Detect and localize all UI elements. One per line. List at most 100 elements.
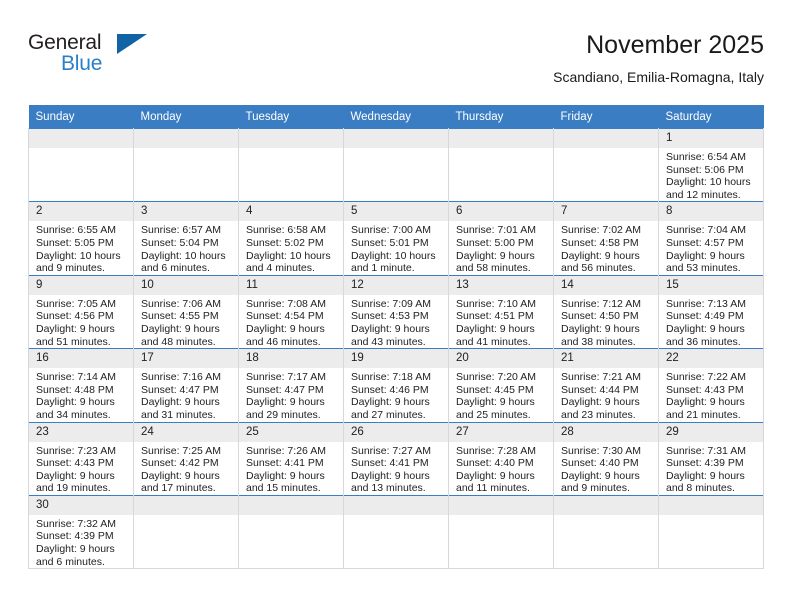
sun-info-sunset-line: Sunset: 4:49 PM [666, 310, 744, 323]
calendar-day-cell[interactable]: 29 Sunrise: 7:31 AM Sunset: 4:39 PM Dayligh… [658, 421, 764, 496]
day-number [449, 495, 553, 515]
sun-info-daylight-2-line: and 46 minutes. [246, 335, 321, 348]
day-sun-info: Sunrise: 7:30 AM Sunset: 4:40 PM Daylight:… [554, 442, 658, 495]
calendar-day-cell[interactable]: 20 Sunrise: 7:20 AM Sunset: 4:45 PM Dayligh… [448, 348, 554, 422]
sun-info-sunset-line: Sunset: 4:41 PM [351, 457, 429, 470]
calendar-day-cell[interactable]: 21 Sunrise: 7:21 AM Sunset: 4:44 PM Dayligh… [553, 348, 659, 422]
day-number: 18 [239, 349, 343, 369]
calendar-day-cell[interactable]: 30 Sunrise: 7:32 AM Sunset: 4:39 PM Dayligh… [28, 494, 134, 570]
sun-info-daylight-2-line: and 8 minutes. [666, 482, 735, 495]
sun-info-sunset-line: Sunset: 4:43 PM [666, 383, 744, 396]
calendar-body: 1 Sunrise: 6:54 AM Sunset: 5:06 PM Daylight… [28, 127, 764, 570]
general-blue-logo[interactable]: General Blue [28, 30, 148, 78]
sun-info-sunset-line: Sunset: 5:02 PM [246, 236, 324, 249]
sun-info-daylight-2-line: and 6 minutes. [141, 262, 210, 275]
sun-info-daylight-1-line: Daylight: 10 hours [246, 249, 331, 262]
sun-info-sunrise-line: Sunrise: 7:21 AM [561, 371, 641, 384]
sun-info-sunset-line: Sunset: 4:43 PM [36, 457, 114, 470]
sun-info-daylight-1-line: Daylight: 9 hours [456, 322, 535, 335]
calendar-day-cell[interactable]: 1 Sunrise: 6:54 AM Sunset: 5:06 PM Daylight… [658, 127, 764, 202]
day-sun-info: Sunrise: 7:28 AM Sunset: 4:40 PM Daylight:… [449, 442, 553, 495]
calendar-day-cell[interactable]: 13 Sunrise: 7:10 AM Sunset: 4:51 PM Dayligh… [448, 274, 554, 349]
page-subtitle: Scandiano, Emilia-Romagna, Italy [553, 69, 764, 85]
day-number: 27 [449, 422, 553, 442]
sun-info-daylight-1-line: Daylight: 9 hours [666, 322, 745, 335]
sun-info-daylight-2-line: and 34 minutes. [36, 408, 111, 421]
sun-info-sunrise-line: Sunrise: 7:20 AM [456, 371, 536, 384]
day-sun-info: Sunrise: 7:05 AM Sunset: 4:56 PM Daylight:… [29, 295, 133, 348]
calendar-day-cell[interactable]: 25 Sunrise: 7:26 AM Sunset: 4:41 PM Dayligh… [238, 421, 344, 496]
sun-info-daylight-1-line: Daylight: 9 hours [561, 396, 640, 409]
sun-info-daylight-2-line: and 13 minutes. [351, 482, 426, 495]
calendar-day-cell[interactable]: 2 Sunrise: 6:55 AM Sunset: 5:05 PM Daylight… [28, 201, 134, 276]
sun-info-daylight-1-line: Daylight: 9 hours [36, 322, 115, 335]
day-sun-info: Sunrise: 7:18 AM Sunset: 4:46 PM Daylight:… [344, 368, 448, 421]
day-number: 25 [239, 422, 343, 442]
day-sun-info: Sunrise: 7:14 AM Sunset: 4:48 PM Daylight:… [29, 368, 133, 421]
calendar-day-cell-empty [553, 127, 659, 202]
sun-info-daylight-1-line: Daylight: 9 hours [246, 322, 325, 335]
weekday-header-tuesday: Tuesday [238, 105, 344, 129]
calendar-day-cell[interactable]: 22 Sunrise: 7:22 AM Sunset: 4:43 PM Dayligh… [658, 348, 764, 422]
calendar-day-cell[interactable]: 6 Sunrise: 7:01 AM Sunset: 5:00 PM Daylight… [448, 201, 554, 276]
day-number [134, 129, 238, 148]
sun-info-daylight-1-line: Daylight: 9 hours [141, 322, 220, 335]
day-number [344, 129, 448, 148]
weekday-header-row: Sunday Monday Tuesday Wednesday Thursday… [28, 105, 764, 129]
sun-info-sunrise-line: Sunrise: 7:28 AM [456, 444, 536, 457]
day-sun-info: Sunrise: 7:02 AM Sunset: 4:58 PM Daylight:… [554, 221, 658, 274]
day-number: 7 [554, 202, 658, 222]
day-sun-info: Sunrise: 7:21 AM Sunset: 4:44 PM Daylight:… [554, 368, 658, 421]
sun-info-sunset-line: Sunset: 4:53 PM [351, 310, 429, 323]
day-number: 24 [134, 422, 238, 442]
sun-info-sunset-line: Sunset: 4:42 PM [141, 457, 219, 470]
calendar-day-cell[interactable]: 4 Sunrise: 6:58 AM Sunset: 5:02 PM Daylight… [238, 201, 344, 276]
title-block: November 2025 Scandiano, Emilia-Romagna,… [553, 30, 764, 88]
day-sun-info: Sunrise: 7:17 AM Sunset: 4:47 PM Daylight:… [239, 368, 343, 421]
day-number [554, 129, 658, 148]
calendar-day-cell[interactable]: 17 Sunrise: 7:16 AM Sunset: 4:47 PM Dayligh… [133, 348, 239, 422]
day-sun-info: Sunrise: 7:04 AM Sunset: 4:57 PM Daylight:… [659, 221, 763, 274]
calendar-day-cell[interactable]: 26 Sunrise: 7:27 AM Sunset: 4:41 PM Dayligh… [343, 421, 449, 496]
sun-info-daylight-2-line: and 15 minutes. [246, 482, 321, 495]
sun-info-sunset-line: Sunset: 5:00 PM [456, 236, 534, 249]
calendar-day-cell[interactable]: 12 Sunrise: 7:09 AM Sunset: 4:53 PM Dayligh… [343, 274, 449, 349]
calendar-day-cell[interactable]: 9 Sunrise: 7:05 AM Sunset: 4:56 PM Daylight… [28, 274, 134, 349]
sun-info-daylight-1-line: Daylight: 9 hours [36, 396, 115, 409]
calendar-day-cell[interactable]: 5 Sunrise: 7:00 AM Sunset: 5:01 PM Daylight… [343, 201, 449, 276]
calendar-day-cell[interactable]: 28 Sunrise: 7:30 AM Sunset: 4:40 PM Dayligh… [553, 421, 659, 496]
calendar-day-cell[interactable]: 14 Sunrise: 7:12 AM Sunset: 4:50 PM Dayligh… [553, 274, 659, 349]
sun-info-sunset-line: Sunset: 4:41 PM [246, 457, 324, 470]
sun-info-daylight-1-line: Daylight: 9 hours [666, 469, 745, 482]
calendar-day-cell[interactable]: 19 Sunrise: 7:18 AM Sunset: 4:46 PM Dayligh… [343, 348, 449, 422]
day-number: 19 [344, 349, 448, 369]
calendar-day-cell[interactable]: 10 Sunrise: 7:06 AM Sunset: 4:55 PM Dayligh… [133, 274, 239, 349]
sun-info-daylight-2-line: and 58 minutes. [456, 262, 531, 275]
day-number: 15 [659, 275, 763, 295]
calendar-day-cell[interactable]: 16 Sunrise: 7:14 AM Sunset: 4:48 PM Dayligh… [28, 348, 134, 422]
day-sun-info: Sunrise: 7:22 AM Sunset: 4:43 PM Daylight:… [659, 368, 763, 421]
calendar-day-cell[interactable]: 24 Sunrise: 7:25 AM Sunset: 4:42 PM Dayligh… [133, 421, 239, 496]
sun-info-sunset-line: Sunset: 4:50 PM [561, 310, 639, 323]
sun-info-sunrise-line: Sunrise: 7:27 AM [351, 444, 431, 457]
calendar-day-cell[interactable]: 7 Sunrise: 7:02 AM Sunset: 4:58 PM Daylight… [553, 201, 659, 276]
day-number: 8 [659, 202, 763, 222]
sun-info-sunrise-line: Sunrise: 6:54 AM [666, 151, 746, 163]
sun-info-sunrise-line: Sunrise: 7:13 AM [666, 297, 746, 310]
calendar-day-cell[interactable]: 23 Sunrise: 7:23 AM Sunset: 4:43 PM Dayligh… [28, 421, 134, 496]
calendar-day-cell[interactable]: 18 Sunrise: 7:17 AM Sunset: 4:47 PM Dayligh… [238, 348, 344, 422]
calendar-day-cell[interactable]: 3 Sunrise: 6:57 AM Sunset: 5:04 PM Daylight… [133, 201, 239, 276]
calendar-week-row: 1 Sunrise: 6:54 AM Sunset: 5:06 PM Daylight… [28, 127, 764, 202]
calendar-day-cell[interactable]: 15 Sunrise: 7:13 AM Sunset: 4:49 PM Dayligh… [658, 274, 764, 349]
day-number [449, 129, 553, 148]
sun-info-sunrise-line: Sunrise: 7:23 AM [36, 444, 116, 457]
sun-info-sunrise-line: Sunrise: 7:22 AM [666, 371, 746, 384]
weekday-header-monday: Monday [133, 105, 239, 129]
calendar-day-cell[interactable]: 27 Sunrise: 7:28 AM Sunset: 4:40 PM Dayligh… [448, 421, 554, 496]
calendar-day-cell-empty [658, 494, 764, 570]
sun-info-daylight-1-line: Daylight: 9 hours [351, 322, 430, 335]
calendar-day-cell-empty [133, 494, 239, 570]
calendar-day-cell[interactable]: 11 Sunrise: 7:08 AM Sunset: 4:54 PM Dayligh… [238, 274, 344, 349]
sun-info-sunset-line: Sunset: 4:56 PM [36, 310, 114, 323]
calendar-day-cell[interactable]: 8 Sunrise: 7:04 AM Sunset: 4:57 PM Daylight… [658, 201, 764, 276]
